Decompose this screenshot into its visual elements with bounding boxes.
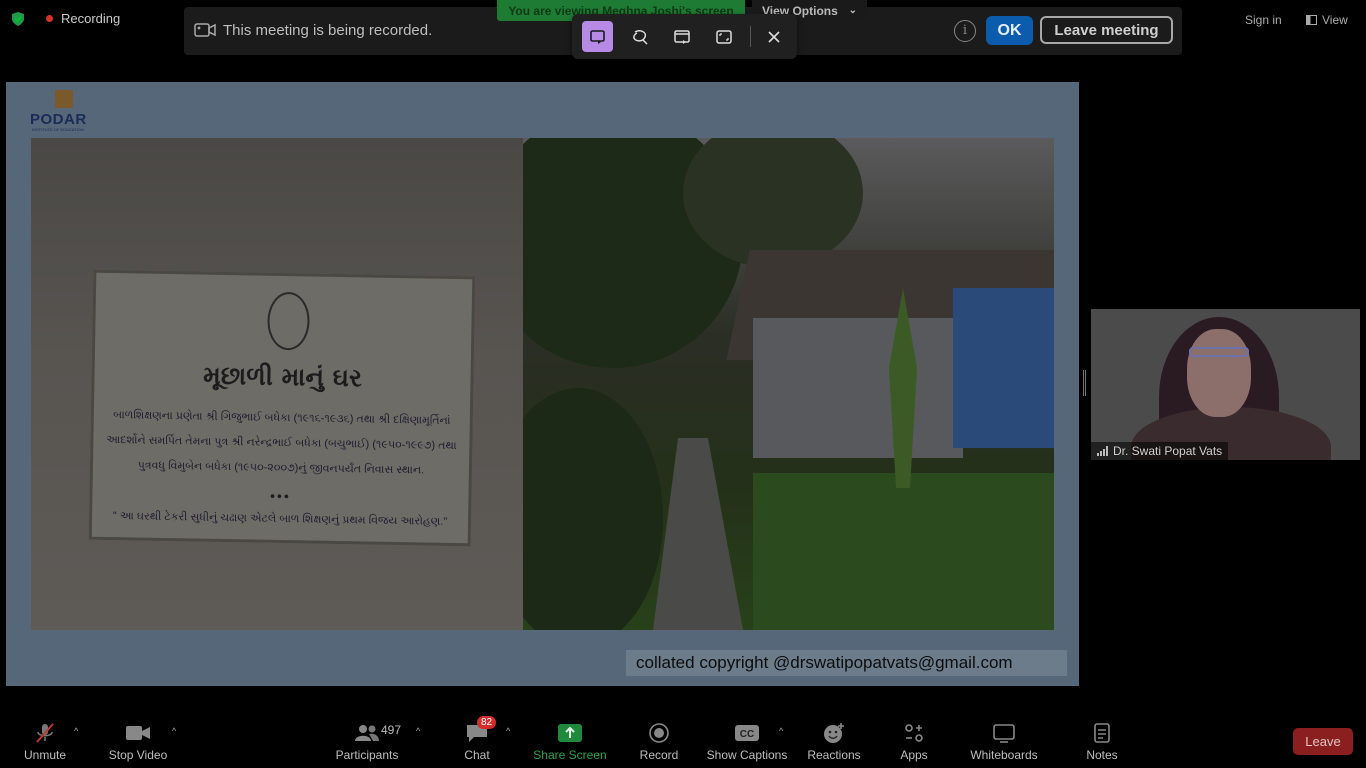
info-icon[interactable]: i bbox=[954, 20, 976, 42]
record-label: Record bbox=[639, 748, 679, 762]
resize-handle[interactable] bbox=[1083, 370, 1086, 396]
video-options-caret-icon[interactable]: ^ bbox=[172, 726, 176, 736]
window-snip-icon[interactable] bbox=[666, 21, 697, 52]
shared-screen-slide: PODAR INSTITUTE OF EDUCATION મૂછાળી માનુ… bbox=[6, 82, 1079, 686]
rectangle-snip-icon[interactable] bbox=[582, 21, 613, 52]
plaque-photo: મૂછાળી માનું ઘર બાળશિક્ષણના પ્રણેતા શ્રી… bbox=[31, 138, 523, 630]
recording-status: Recording bbox=[12, 11, 120, 26]
apps-icon bbox=[903, 720, 925, 746]
podar-emblem-icon bbox=[55, 90, 73, 108]
house-banner bbox=[953, 288, 1054, 448]
unmute-label: Unmute bbox=[23, 748, 67, 762]
recording-dot-icon bbox=[46, 15, 53, 22]
show-captions-label: Show Captions bbox=[706, 748, 788, 762]
participant-glasses bbox=[1189, 347, 1249, 357]
recording-message: This meeting is being recorded. bbox=[223, 22, 433, 39]
close-icon[interactable] bbox=[758, 21, 789, 52]
share-screen-icon bbox=[557, 720, 583, 746]
captions-options-caret-icon[interactable]: ^ bbox=[779, 726, 783, 736]
participant-name-label: Dr. Swati Popat Vats bbox=[1091, 442, 1229, 460]
notes-label: Notes bbox=[1086, 748, 1118, 762]
reactions-button[interactable]: Reactions bbox=[789, 720, 879, 762]
plaque-body: બાળશિક્ષણના પ્રણેતા શ્રી ગિજુભાઈ બધેકા (… bbox=[106, 409, 457, 477]
participants-label: Participants bbox=[335, 748, 399, 762]
leave-button[interactable]: Leave bbox=[1293, 728, 1353, 755]
notes-icon bbox=[1093, 720, 1111, 746]
shield-check-icon bbox=[12, 11, 24, 26]
snipping-toolbar bbox=[572, 14, 797, 59]
share-screen-label: Share Screen bbox=[533, 748, 607, 762]
view-layout-icon bbox=[1306, 15, 1317, 25]
fullscreen-snip-icon[interactable] bbox=[708, 21, 739, 52]
lawn bbox=[753, 473, 1054, 630]
participant-video-tile[interactable]: Dr. Swati Popat Vats bbox=[1091, 309, 1360, 460]
view-menu-button[interactable]: View bbox=[1306, 13, 1348, 27]
house-wall bbox=[753, 318, 963, 458]
plaque-emblem-icon bbox=[267, 291, 311, 351]
plaque-dots: ••• bbox=[269, 487, 291, 505]
participants-count: 497 bbox=[381, 723, 402, 737]
record-icon bbox=[648, 720, 670, 746]
podar-logo: PODAR INSTITUTE OF EDUCATION bbox=[30, 90, 100, 132]
apps-button[interactable]: Apps bbox=[869, 720, 959, 762]
chat-label: Chat bbox=[464, 748, 490, 762]
copyright-caption: collated copyright @drswatipopatvats@gma… bbox=[626, 650, 1067, 676]
recording-label: Recording bbox=[61, 11, 121, 26]
svg-text:CC: CC bbox=[740, 729, 754, 740]
sign-in-link[interactable]: Sign in bbox=[1245, 13, 1282, 27]
stop-video-label: Stop Video bbox=[108, 748, 168, 762]
participant-name: Dr. Swati Popat Vats bbox=[1113, 444, 1223, 458]
stop-video-button[interactable]: Stop Video bbox=[93, 720, 183, 762]
participants-options-caret-icon[interactable]: ^ bbox=[416, 726, 420, 736]
share-screen-button[interactable]: Share Screen bbox=[525, 720, 615, 762]
captions-cc-icon: CC bbox=[734, 720, 760, 746]
plaque-sign: મૂછાળી માનું ઘર બાળશિક્ષણના પ્રણેતા શ્રી… bbox=[88, 269, 476, 547]
chat-options-caret-icon[interactable]: ^ bbox=[506, 726, 510, 736]
chat-icon: 82 bbox=[465, 716, 497, 746]
reactions-label: Reactions bbox=[807, 748, 861, 762]
meeting-toolbar: Unmute ^ Stop Video ^ 497 Participants ^… bbox=[0, 712, 1366, 768]
freeform-snip-icon[interactable] bbox=[624, 21, 655, 52]
view-label: View bbox=[1322, 13, 1348, 27]
toolbar-divider bbox=[750, 26, 751, 47]
participant-video-face bbox=[1187, 329, 1251, 417]
signal-strength-icon bbox=[1097, 446, 1108, 456]
plaque-title: મૂછાળી માનું ઘર bbox=[202, 360, 363, 393]
microphone-muted-icon bbox=[33, 720, 57, 746]
whiteboard-icon bbox=[992, 720, 1016, 746]
audio-options-caret-icon[interactable]: ^ bbox=[74, 726, 78, 736]
garden-shrubs bbox=[523, 388, 663, 630]
recording-camera-icon bbox=[194, 23, 216, 37]
house-garden-photo bbox=[523, 138, 1054, 630]
apps-label: Apps bbox=[900, 748, 928, 762]
video-camera-icon bbox=[125, 720, 151, 746]
reactions-smiley-icon bbox=[822, 720, 846, 746]
chat-unread-badge: 82 bbox=[477, 716, 497, 729]
podar-logo-subtext: INSTITUTE OF EDUCATION bbox=[32, 127, 84, 132]
whiteboards-label: Whiteboards bbox=[970, 748, 1038, 762]
podar-logo-text: PODAR bbox=[30, 111, 87, 128]
participants-button[interactable]: 497 Participants bbox=[322, 720, 412, 762]
chevron-down-icon: ⌄ bbox=[848, 5, 857, 16]
plaque-quote: " આ ઘરથી ટેકરી સુધીનું ચઢાણ એટલે બાળ શિક… bbox=[112, 510, 448, 528]
leave-meeting-button[interactable]: Leave meeting bbox=[1040, 16, 1173, 44]
participants-icon: 497 bbox=[353, 720, 401, 746]
record-button[interactable]: Record bbox=[614, 720, 704, 762]
notes-button[interactable]: Notes bbox=[1057, 720, 1147, 762]
top-bar: Recording This meeting is being recorded… bbox=[0, 0, 1366, 59]
ok-button[interactable]: OK bbox=[986, 16, 1033, 45]
whiteboards-button[interactable]: Whiteboards bbox=[959, 720, 1049, 762]
